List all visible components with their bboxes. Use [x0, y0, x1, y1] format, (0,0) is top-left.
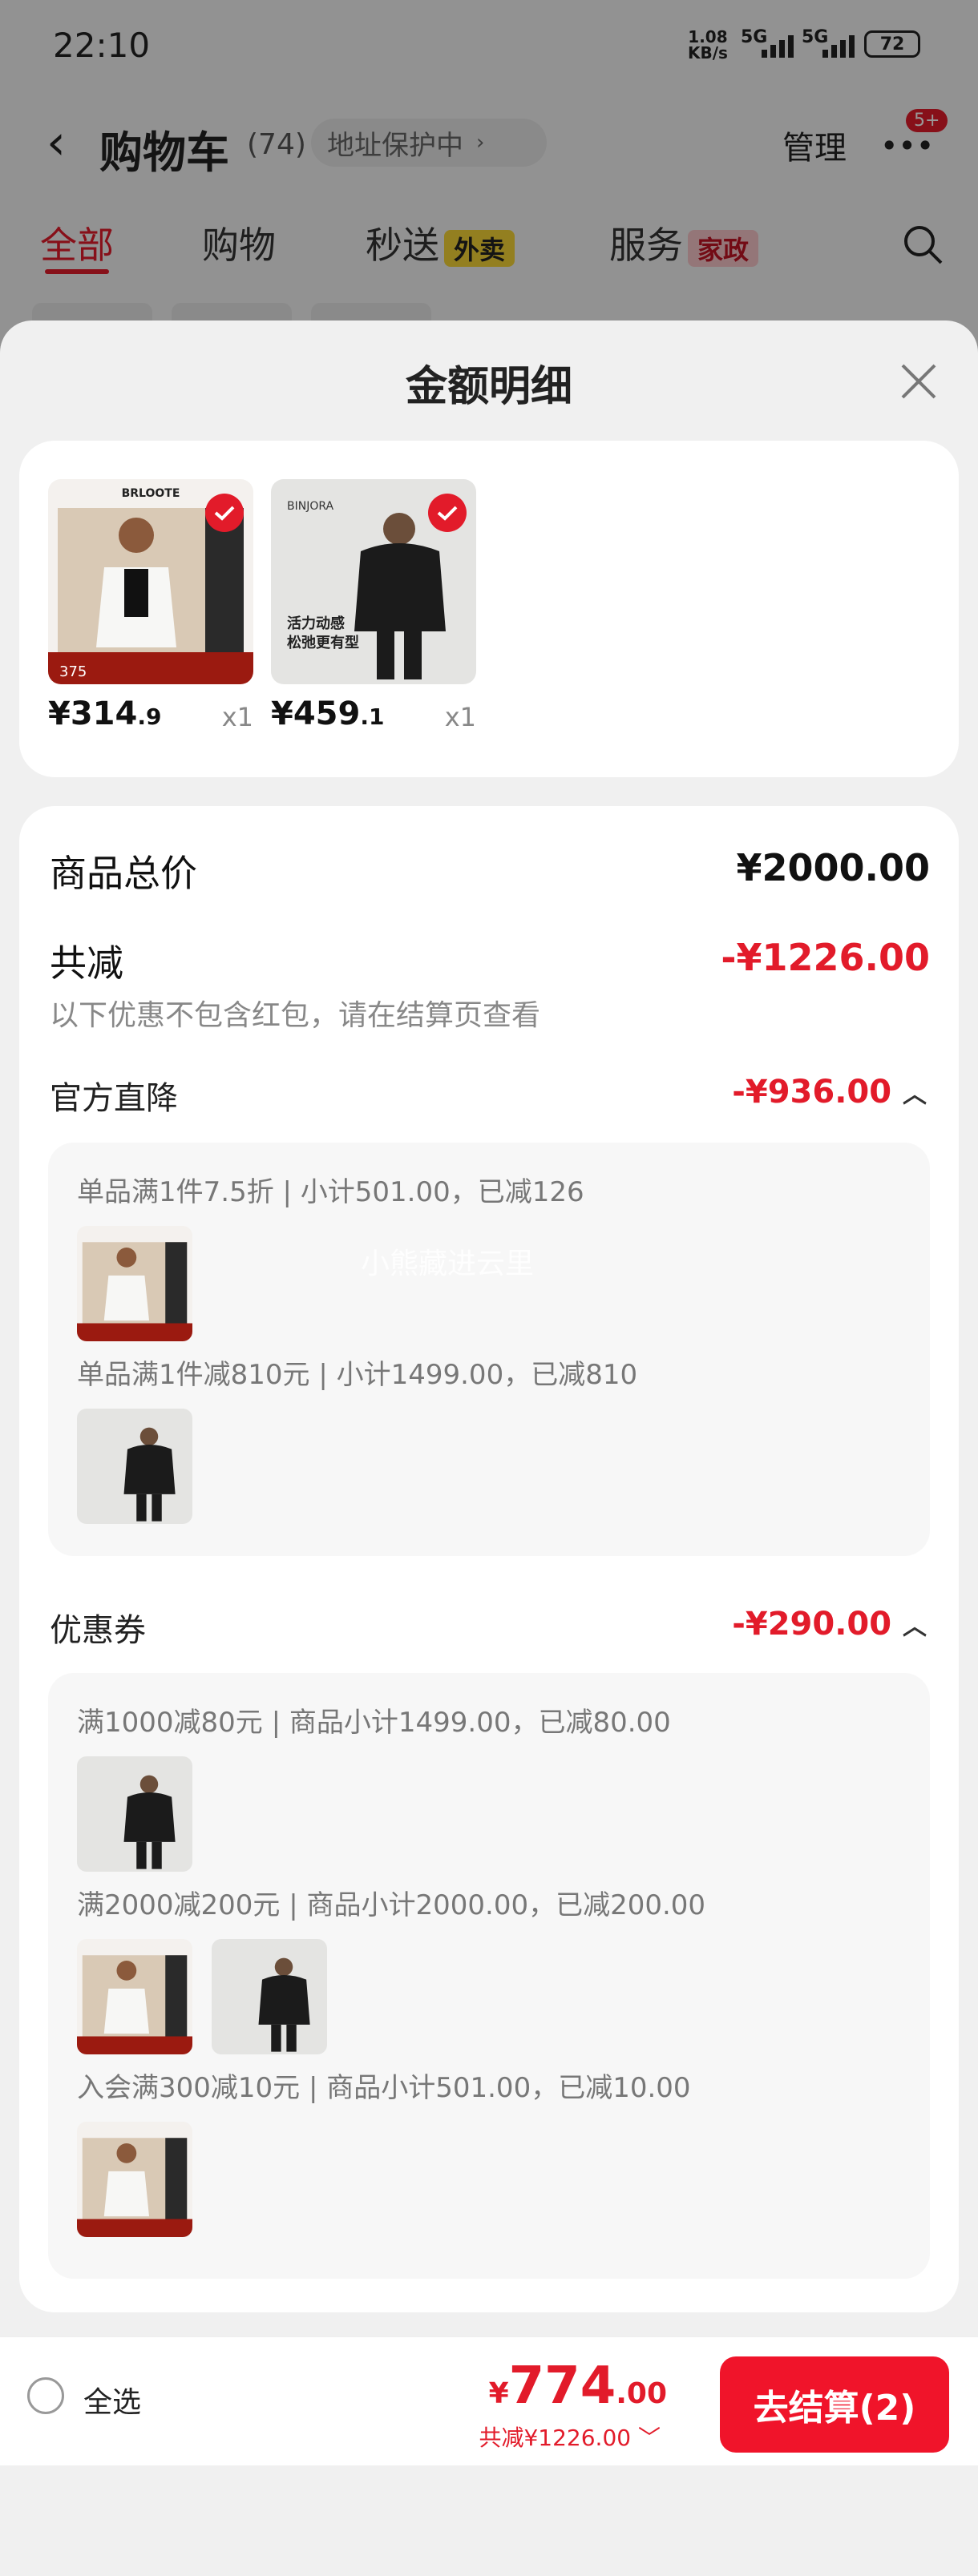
- official-discount-toggle[interactable]: -¥936.00 ︿: [732, 1074, 927, 1111]
- checked-icon[interactable]: [205, 494, 244, 532]
- product-price-int: ¥459: [271, 695, 361, 732]
- chevron-up-icon: ︿: [903, 1081, 927, 1109]
- amount-details-sheet: 金额明细 BRLOOTE 375 ¥314.9 x1 BINJORA 活力动感 …: [0, 320, 978, 2576]
- official-discount-value: -¥936.00: [732, 1074, 892, 1111]
- product-brand: BRLOOTE: [122, 487, 180, 500]
- product-price-int: ¥314: [48, 695, 138, 732]
- coupon-rule: 满2000减200元 | 商品小计2000.00，已减200.00: [77, 1889, 706, 1921]
- savings-text: 共减¥1226.00: [479, 2425, 632, 2451]
- checkout-total: ¥774.00: [489, 2356, 667, 2416]
- official-discount-panel: 单品满1件7.5折 | 小计501.00，已减126 单品满1件减810元 | …: [48, 1143, 930, 1556]
- product-poster-line: 活力动感: [287, 615, 345, 632]
- coupon-title: 优惠券: [50, 1612, 146, 1649]
- savings-toggle[interactable]: 共减¥1226.00 ﹀: [479, 2421, 661, 2453]
- discount-rule: 单品满1件7.5折 | 小计501.00，已减126: [77, 1176, 584, 1208]
- thumb-white-jacket: [77, 2122, 192, 2237]
- chevron-down-icon: ﹀: [637, 2425, 661, 2451]
- product-quantity: x1: [221, 702, 253, 732]
- total-decimal: .00: [616, 2377, 667, 2410]
- thumb-black-down-jacket: [77, 1409, 192, 1524]
- coupon-rule: 满1000减80元 | 商品小计1499.00，已减80.00: [77, 1707, 671, 1739]
- discount-label: 共减: [50, 941, 123, 985]
- product-price: ¥314.9: [48, 695, 161, 732]
- product-banner-price: 375: [59, 663, 87, 680]
- coupon-rule: 入会满300减10元 | 商品小计501.00，已减10.00: [77, 2072, 691, 2104]
- product-price: ¥459.1: [271, 695, 384, 732]
- watermark: 小熊藏进云里: [361, 1248, 535, 1280]
- product-poster-line: 松弛更有型: [287, 634, 359, 651]
- checkout-bar: 全选 ¥774.00 共减¥1226.00 ﹀ 去结算(2): [0, 2336, 978, 2465]
- product-brand: BINJORA: [287, 500, 334, 513]
- selected-products-card: BRLOOTE 375 ¥314.9 x1 BINJORA 活力动感 松弛更有型…: [19, 441, 959, 777]
- coupon-panel: 满1000减80元 | 商品小计1499.00，已减80.00 满2000减20…: [48, 1673, 930, 2279]
- product-price-dec: .1: [360, 703, 385, 730]
- checkout-button[interactable]: 去结算(2): [720, 2356, 949, 2453]
- discount-rule: 单品满1件减810元 | 小计1499.00，已减810: [77, 1359, 638, 1391]
- total-price-value: ¥2000.00: [736, 846, 930, 889]
- official-discount-title: 官方直降: [50, 1080, 178, 1117]
- select-all-radio[interactable]: [27, 2377, 64, 2414]
- select-all-label[interactable]: 全选: [83, 2379, 141, 2421]
- thumb-white-jacket: [77, 1226, 192, 1341]
- product-quantity: x1: [444, 702, 476, 732]
- close-icon[interactable]: [898, 361, 940, 402]
- total-price-label: 商品总价: [50, 852, 197, 895]
- total-integer: 774: [508, 2356, 616, 2416]
- coupon-toggle[interactable]: -¥290.00 ︿: [732, 1606, 927, 1643]
- price-breakdown-card: 商品总价 ¥2000.00 共减 -¥1226.00 以下优惠不包含红包，请在结…: [19, 806, 959, 2312]
- discount-value: -¥1226.00: [721, 936, 930, 979]
- coupon-value: -¥290.00: [732, 1606, 892, 1643]
- total-currency: ¥: [488, 2377, 509, 2410]
- checked-icon[interactable]: [428, 494, 467, 532]
- thumb-black-down-jacket: [212, 1939, 327, 2054]
- thumb-black-down-jacket: [77, 1756, 192, 1872]
- sheet-title: 金额明细: [405, 363, 572, 411]
- chevron-up-icon: ︿: [903, 1613, 927, 1641]
- product-image-down-jacket-black: BINJORA 活力动感 松弛更有型: [271, 479, 476, 684]
- thumb-white-jacket: [77, 1939, 192, 2054]
- product-item[interactable]: BRLOOTE 375 ¥314.9 x1: [48, 479, 253, 732]
- product-price-dec: .9: [137, 703, 162, 730]
- product-image-jacket-white: BRLOOTE 375: [48, 479, 253, 684]
- product-item[interactable]: BINJORA 活力动感 松弛更有型 ¥459.1 x1: [271, 479, 476, 732]
- discount-note: 以下优惠不包含红包，请在结算页查看: [50, 999, 541, 1032]
